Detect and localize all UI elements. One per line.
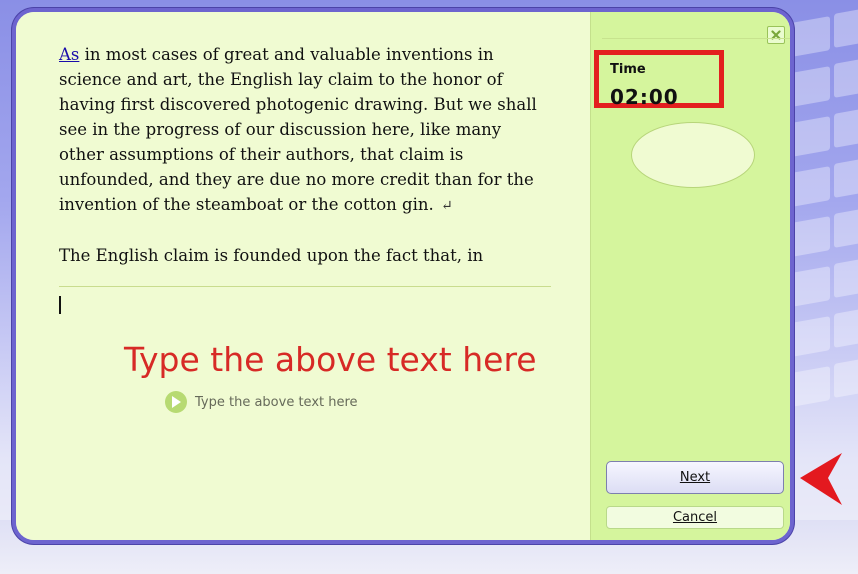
cancel-button[interactable]: Cancel — [606, 506, 784, 529]
type-hint: Type the above text here — [165, 391, 358, 413]
close-button[interactable] — [767, 26, 785, 44]
passage-paragraph-1: As in most cases of great and valuable i… — [59, 42, 539, 219]
next-button[interactable]: Next — [606, 461, 784, 494]
return-icon: ↵ — [440, 198, 453, 214]
divider — [59, 286, 551, 287]
type-here-annotation: Type the above text here — [124, 340, 537, 379]
timer-separator — [602, 38, 790, 39]
status-ellipse — [631, 122, 755, 188]
typing-test-dialog: As in most cases of great and valuable i… — [12, 8, 794, 544]
paragraph-1-text: in most cases of great and valuable inve… — [59, 45, 537, 214]
source-passage: As in most cases of great and valuable i… — [59, 42, 539, 268]
timer-value: 02:00 — [610, 85, 679, 109]
current-word: As — [59, 45, 80, 64]
play-icon — [165, 391, 187, 413]
passage-paragraph-2: The English claim is founded upon the fa… — [59, 246, 484, 265]
red-arrow-pointer — [800, 453, 842, 505]
timer-highlight: Time 02:00 — [594, 50, 724, 109]
typing-input-caret[interactable] — [59, 296, 61, 314]
type-hint-label: Type the above text here — [195, 394, 358, 410]
timer-label: Time — [610, 62, 646, 77]
side-panel: Time 02:00 Next Cancel — [590, 12, 790, 540]
typing-pane: As in most cases of great and valuable i… — [16, 12, 590, 540]
